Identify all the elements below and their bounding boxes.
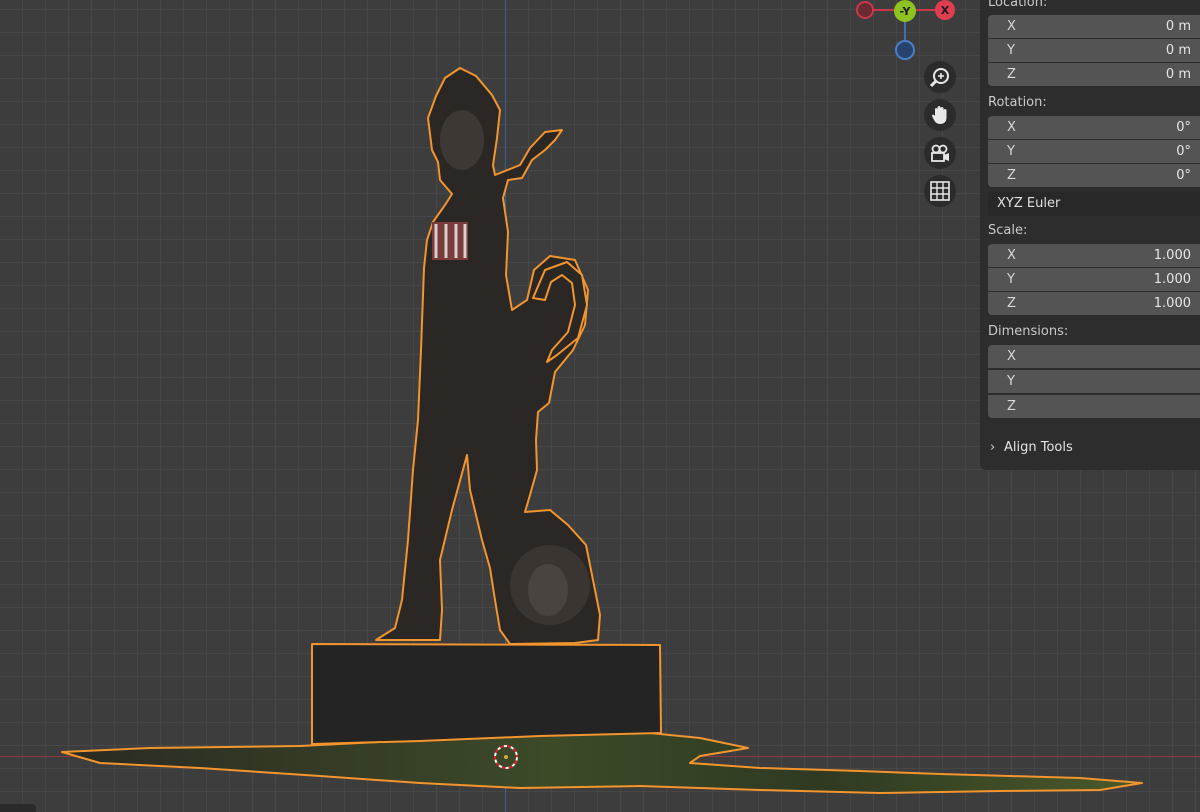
axis-label: X bbox=[1007, 120, 1016, 135]
dimensions-z-field[interactable]: Z bbox=[988, 395, 1200, 418]
dimensions-x-field[interactable]: X bbox=[988, 345, 1200, 368]
scale-x-field[interactable]: X 1.000 bbox=[988, 244, 1200, 267]
scale-y-value: 1.000 bbox=[1153, 272, 1191, 287]
pan-button[interactable] bbox=[924, 99, 956, 131]
scale-label: Scale: bbox=[988, 223, 1028, 238]
rotation-x-field[interactable]: X 0° bbox=[988, 116, 1200, 139]
3d-cursor-icon[interactable] bbox=[491, 742, 521, 772]
scale-z-value: 1.000 bbox=[1153, 296, 1191, 311]
corner-widget[interactable] bbox=[0, 804, 36, 812]
axis-label: Y bbox=[1007, 43, 1015, 58]
rotation-mode-value: XYZ Euler bbox=[997, 196, 1061, 211]
location-z-value: 0 m bbox=[1165, 67, 1191, 82]
axis-label: Z bbox=[1007, 399, 1016, 414]
gizmo-neg-y-handle[interactable]: -Y bbox=[894, 0, 916, 22]
scale-y-field[interactable]: Y 1.000 bbox=[988, 268, 1200, 291]
axis-label: Z bbox=[1007, 296, 1016, 311]
zoom-button[interactable] bbox=[924, 61, 956, 93]
rotation-x-value: 0° bbox=[1176, 120, 1191, 135]
axis-label: X bbox=[1007, 19, 1016, 34]
camera-view-button[interactable] bbox=[924, 137, 956, 169]
rotation-mode-dropdown[interactable]: XYZ Euler bbox=[988, 192, 1200, 216]
rotation-label: Rotation: bbox=[988, 95, 1047, 110]
striped-cloth-detail bbox=[432, 222, 468, 260]
hand-pan-icon bbox=[932, 106, 947, 124]
location-y-value: 0 m bbox=[1165, 43, 1191, 58]
dimensions-y-field[interactable]: Y bbox=[988, 370, 1200, 393]
rotation-y-value: 0° bbox=[1176, 144, 1191, 159]
gizmo-neg-z-handle[interactable] bbox=[895, 40, 915, 60]
scale-x-value: 1.000 bbox=[1153, 248, 1191, 263]
rotation-z-value: 0° bbox=[1176, 168, 1191, 183]
axis-label: Y bbox=[1007, 374, 1015, 389]
axis-label: X bbox=[1007, 248, 1016, 263]
location-label: Location: bbox=[988, 0, 1048, 10]
align-tools-panel-header[interactable]: › Align Tools bbox=[988, 437, 1200, 459]
gizmo-neg-x-handle[interactable] bbox=[856, 1, 874, 19]
zoom-icon bbox=[929, 68, 949, 88]
camera-icon bbox=[931, 144, 949, 162]
scale-z-field[interactable]: Z 1.000 bbox=[988, 292, 1200, 315]
grid-icon bbox=[930, 181, 950, 201]
axis-label: Z bbox=[1007, 67, 1016, 82]
chevron-right-icon: › bbox=[990, 440, 996, 455]
ortho-toggle-button[interactable] bbox=[924, 175, 956, 207]
location-x-field[interactable]: X 0 m bbox=[988, 15, 1200, 38]
gizmo-x-label: X bbox=[940, 3, 950, 17]
align-tools-label: Align Tools bbox=[1004, 440, 1073, 455]
rotation-z-field[interactable]: Z 0° bbox=[988, 164, 1200, 187]
dimensions-label: Dimensions: bbox=[988, 324, 1069, 339]
location-y-field[interactable]: Y 0 m bbox=[988, 39, 1200, 62]
location-z-field[interactable]: Z 0 m bbox=[988, 63, 1200, 86]
gizmo-neg-y-label: -Y bbox=[899, 4, 911, 18]
axis-label: Y bbox=[1007, 144, 1015, 159]
axis-label: Z bbox=[1007, 168, 1016, 183]
axis-label: X bbox=[1007, 349, 1016, 364]
axis-label: Y bbox=[1007, 272, 1015, 287]
location-x-value: 0 m bbox=[1165, 19, 1191, 34]
gizmo-x-handle[interactable]: X bbox=[935, 0, 955, 20]
rotation-y-field[interactable]: Y 0° bbox=[988, 140, 1200, 163]
